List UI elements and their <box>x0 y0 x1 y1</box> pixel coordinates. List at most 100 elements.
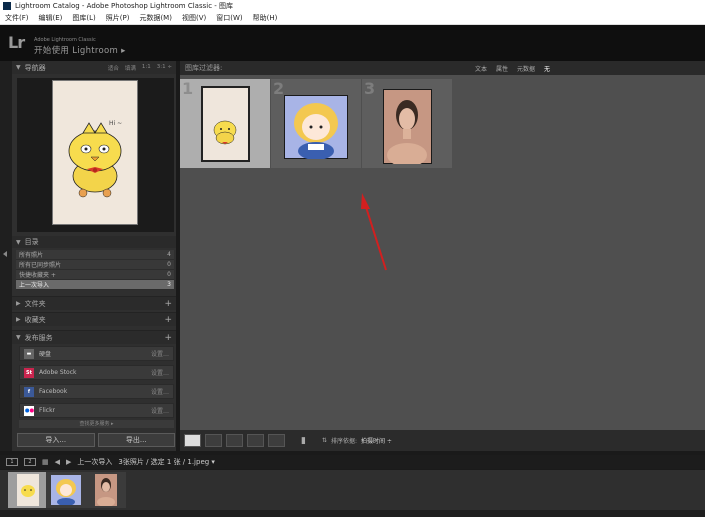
service-adobe-stock[interactable]: St Adobe Stock 设置… <box>19 365 174 380</box>
grid-view-icon[interactable] <box>184 434 201 447</box>
navigator-image[interactable]: Hi ~ <box>52 80 138 225</box>
expand-triangle-icon[interactable]: ▶ <box>16 316 21 323</box>
app-icon <box>3 2 11 10</box>
sort-direction-icon[interactable]: ⇅ <box>322 437 327 444</box>
expand-triangle-icon[interactable]: ▶ <box>16 300 21 307</box>
service-label: Flickr <box>39 407 56 414</box>
zoom-1-1[interactable]: 1:1 <box>142 64 151 72</box>
catalog-item-label: 所有照片 <box>19 252 44 259</box>
filmstrip-thumb[interactable] <box>8 472 48 508</box>
add-folder-icon[interactable]: + <box>164 299 172 309</box>
expand-triangle-icon[interactable]: ▼ <box>16 239 21 246</box>
filmstrip-summary[interactable]: 3张照片 / 选定 1 张 / 1.jpeg ▾ <box>118 457 215 467</box>
import-export-buttons: 导入... 导出... <box>17 433 175 447</box>
catalog-item-all-photos[interactable]: 所有照片 4 <box>16 250 174 260</box>
menubar: 文件(F) 编辑(E) 图库(L) 照片(P) 元数据(M) 视图(V) 窗口(… <box>0 12 705 25</box>
back-icon[interactable]: ◀ <box>55 458 60 466</box>
collapse-triangle-icon[interactable]: ▼ <box>16 64 21 71</box>
add-collection-icon[interactable]: + <box>164 315 172 325</box>
collections-header[interactable]: ▶ 收藏夹 + <box>12 312 176 326</box>
catalog-header[interactable]: ▼ 目录 <box>12 236 176 248</box>
catalog-item-synced[interactable]: 所有已同步照片 0 <box>16 260 174 270</box>
primary-window-button[interactable]: 1 <box>6 458 18 466</box>
menu-library[interactable]: 图库(L) <box>67 13 100 23</box>
window-title: Lightroom Catalog - Adobe Photoshop Ligh… <box>15 2 234 10</box>
publish-services-header[interactable]: ▼ 发布服务 + <box>12 330 176 344</box>
folders-header[interactable]: ▶ 文件夹 + <box>12 296 176 310</box>
catalog-item-label: 上一次导入 <box>19 282 50 289</box>
catalog-item-label: 所有已同步照片 <box>19 262 62 269</box>
menu-metadata[interactable]: 元数据(M) <box>134 13 177 23</box>
forward-icon[interactable]: ▶ <box>66 458 71 466</box>
service-setup[interactable]: 设置… <box>151 349 169 358</box>
activity-message[interactable]: 开始使用 Lightroom ▸ <box>34 44 126 56</box>
filter-text[interactable]: 文本 <box>475 64 487 73</box>
menu-window[interactable]: 窗口(W) <box>211 13 247 23</box>
left-panel-toggle[interactable] <box>0 61 12 451</box>
filmstrip[interactable] <box>0 470 705 510</box>
add-service-icon[interactable]: + <box>164 333 172 343</box>
filmstrip-thumb[interactable] <box>46 472 86 508</box>
catalog-title: 目录 <box>24 238 39 246</box>
catalog-item-count: 0 <box>167 261 171 268</box>
menu-help[interactable]: 帮助(H) <box>248 13 283 23</box>
service-setup[interactable]: 设置… <box>151 368 169 377</box>
service-setup[interactable]: 设置… <box>151 387 169 396</box>
svg-text:Hi ~: Hi ~ <box>109 120 122 127</box>
catalog-item-count: 4 <box>167 251 171 258</box>
catalog-item-label: 快捷收藏夹 + <box>19 272 56 279</box>
zoom-fill[interactable]: 填满 <box>125 64 136 72</box>
filter-metadata[interactable]: 元数据 <box>517 64 535 73</box>
zoom-3-1[interactable]: 3:1 ÷ <box>157 64 172 72</box>
import-button[interactable]: 导入... <box>17 433 95 447</box>
catalog-item-count: 0 <box>167 271 171 278</box>
service-facebook[interactable]: f Facebook 设置… <box>19 384 174 399</box>
filter-attribute[interactable]: 属性 <box>496 64 508 73</box>
service-label: Facebook <box>39 388 68 395</box>
menu-photo[interactable]: 照片(P) <box>101 13 135 23</box>
service-hard-drive[interactable]: ▬ 硬盘 设置… <box>19 346 174 361</box>
facebook-icon: f <box>24 386 34 397</box>
grid-toolbar: ▮ ⇅ 排序依据: 拍摄时间 ÷ <box>180 430 705 451</box>
flickr-icon <box>24 405 34 416</box>
sort-label: 排序依据: <box>330 438 358 445</box>
window-titlebar: Lightroom Catalog - Adobe Photoshop Ligh… <box>0 0 705 12</box>
compare-view-icon[interactable] <box>226 434 243 447</box>
find-more-services[interactable]: 查找更多服务 ▸ <box>19 420 174 428</box>
service-setup[interactable]: 设置… <box>151 406 169 415</box>
product-name: Adobe Lightroom Classic <box>34 37 96 43</box>
menu-view[interactable]: 视图(V) <box>177 13 211 23</box>
filmstrip-scrollbar[interactable] <box>0 510 705 517</box>
grid-small-icon[interactable]: ▦ <box>42 458 49 466</box>
loupe-view-icon[interactable] <box>205 434 222 447</box>
catalog-item-previous-import[interactable]: 上一次导入 3 <box>16 280 174 290</box>
identity-plate: Lr Adobe Lightroom Classic 开始使用 Lightroo… <box>0 25 705 61</box>
photo-grid[interactable]: 1 2 3 <box>180 75 705 430</box>
survey-view-icon[interactable] <box>247 434 264 447</box>
menu-file[interactable]: 文件(F) <box>0 13 34 23</box>
collapse-left-icon[interactable] <box>3 251 7 257</box>
collapse-triangle-icon[interactable]: ▼ <box>16 334 21 341</box>
filmstrip-bar: 1 2 ▦ ◀ ▶ 上一次导入 3张照片 / 选定 1 张 / 1.jpeg ▾ <box>0 455 705 469</box>
filmstrip-source[interactable]: 上一次导入 <box>77 457 112 467</box>
catalog-item-quick-collection[interactable]: 快捷收藏夹 + 0 <box>16 270 174 280</box>
filter-none[interactable]: 无 <box>544 64 550 73</box>
filmstrip-thumb[interactable] <box>86 472 126 508</box>
adobe-stock-icon: St <box>24 367 34 378</box>
sort-dropdown[interactable]: 拍摄时间 ÷ <box>361 436 392 445</box>
filter-title: 图库过滤器: <box>185 64 223 72</box>
spray-can-icon[interactable]: ▮ <box>301 436 306 446</box>
collections-title: 收藏夹 <box>24 315 46 324</box>
service-flickr[interactable]: Flickr 设置… <box>19 403 174 418</box>
publish-services-title: 发布服务 <box>24 333 53 342</box>
annotation-arrow <box>361 193 387 271</box>
zoom-fit[interactable]: 适合 <box>108 64 119 72</box>
secondary-window-button[interactable]: 2 <box>24 458 36 466</box>
navigator-title: 导航器 <box>24 63 46 72</box>
folders-title: 文件夹 <box>24 299 46 308</box>
export-button[interactable]: 导出... <box>97 433 175 447</box>
navigator-header[interactable]: ▼ 导航器 适合 填满 1:1 3:1 ÷ <box>12 61 176 74</box>
hard-drive-icon: ▬ <box>24 348 34 359</box>
menu-edit[interactable]: 编辑(E) <box>34 13 68 23</box>
people-view-icon[interactable] <box>268 434 285 447</box>
